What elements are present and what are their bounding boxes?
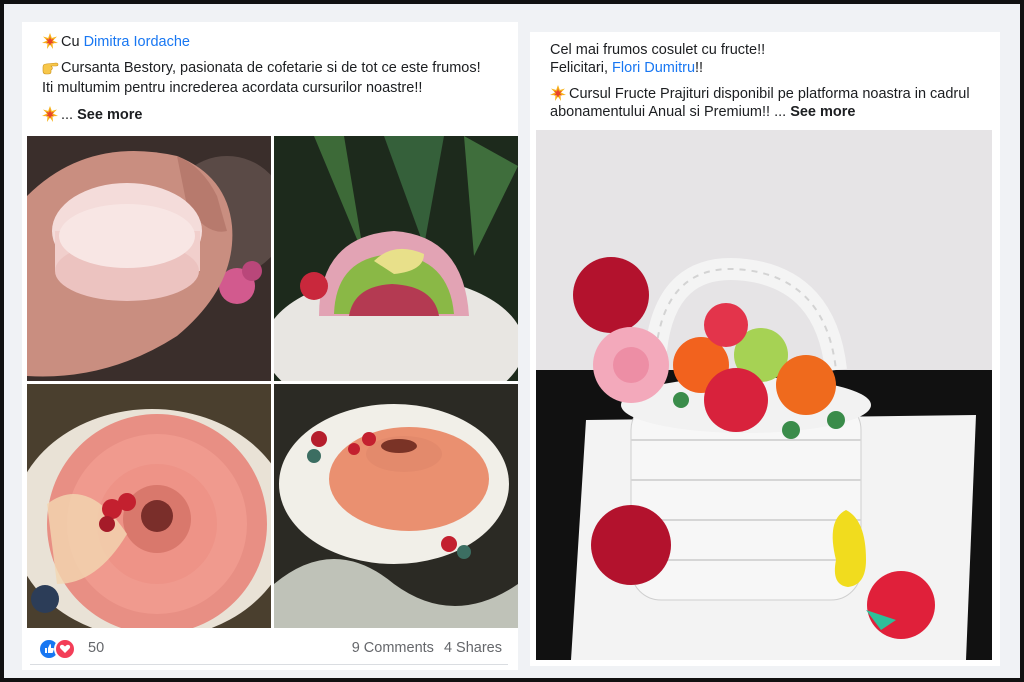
caption-line-4: abonamentului Anual si Premium!! ... See… bbox=[550, 102, 855, 122]
caption-text-3: Cursul Fructe Prajituri disponibil pe pl… bbox=[569, 86, 970, 102]
photo-pink-ring-cake[interactable] bbox=[27, 384, 271, 628]
reaction-count[interactable]: 50 bbox=[88, 640, 104, 656]
shares-count-link[interactable]: 4 Shares bbox=[444, 640, 502, 656]
post-right: Cel mai frumos cosulet cu fructe!! Felic… bbox=[530, 32, 1000, 666]
caption-prefix: Cu bbox=[61, 34, 80, 50]
author-link-dimitra[interactable]: Dimitra Iordache bbox=[84, 34, 190, 50]
reaction-icons[interactable] bbox=[38, 638, 76, 660]
caption-line-4: ... See more bbox=[42, 105, 142, 125]
photo-fruit-basket-cake[interactable] bbox=[536, 130, 992, 660]
caption-line-1: Cu Dimitra Iordache bbox=[42, 32, 190, 52]
caption-text-2: Cursanta Bestory, pasionata de cofetarie… bbox=[61, 60, 481, 76]
photo-macaron[interactable] bbox=[27, 136, 271, 381]
see-more-button[interactable]: See more bbox=[77, 107, 142, 123]
caption-line-2: Cursanta Bestory, pasionata de cofetarie… bbox=[42, 58, 481, 78]
post-left: Cu Dimitra Iordache Cursanta Bestory, pa… bbox=[22, 22, 518, 670]
post-stats: 9 Comments 4 Shares bbox=[346, 640, 502, 656]
collision-emoji-icon bbox=[42, 106, 58, 122]
caption-line-3: Iti multumim pentru increderea acordata … bbox=[42, 80, 423, 96]
pointing-hand-emoji-icon bbox=[42, 62, 59, 75]
post-left-footer: 50 9 Comments 4 Shares bbox=[30, 628, 508, 665]
see-more-button[interactable]: See more bbox=[790, 104, 855, 120]
collision-emoji-icon bbox=[42, 33, 58, 49]
caption-text-4: abonamentului Anual si Premium!! ... bbox=[550, 104, 787, 120]
caption-line-3: Cursul Fructe Prajituri disponibil pe pl… bbox=[550, 84, 970, 104]
love-reaction-icon bbox=[54, 638, 76, 660]
collision-emoji-icon bbox=[550, 85, 566, 101]
photo-entremet-cut[interactable] bbox=[274, 136, 518, 381]
ellipsis: ... bbox=[61, 107, 74, 123]
photo-ring-cake-plate[interactable] bbox=[274, 384, 518, 628]
comments-count-link[interactable]: 9 Comments bbox=[352, 640, 434, 656]
caption-prefix: Felicitari, bbox=[550, 60, 609, 76]
author-link-flori[interactable]: Flori Dumitru bbox=[612, 60, 695, 76]
caption-suffix: !! bbox=[695, 60, 704, 76]
caption-line-2: Felicitari, Flori Dumitru!! bbox=[550, 58, 703, 78]
caption-line-1: Cel mai frumos cosulet cu fructe!! bbox=[550, 42, 766, 58]
